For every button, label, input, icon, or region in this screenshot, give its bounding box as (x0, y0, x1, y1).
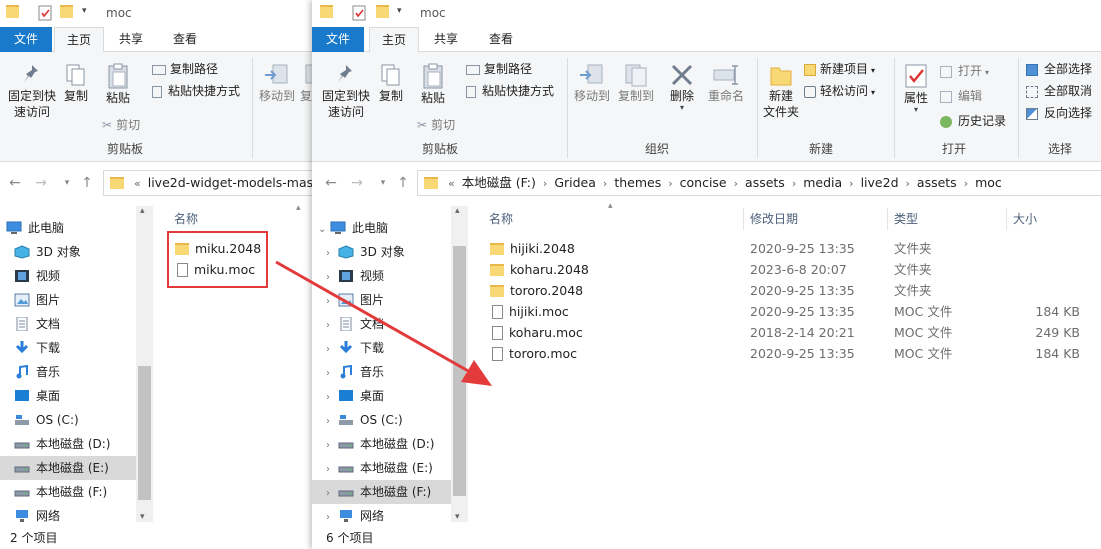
arrow-shaft (275, 260, 471, 374)
arrow-head (461, 360, 492, 386)
annotation-arrow (275, 260, 492, 386)
